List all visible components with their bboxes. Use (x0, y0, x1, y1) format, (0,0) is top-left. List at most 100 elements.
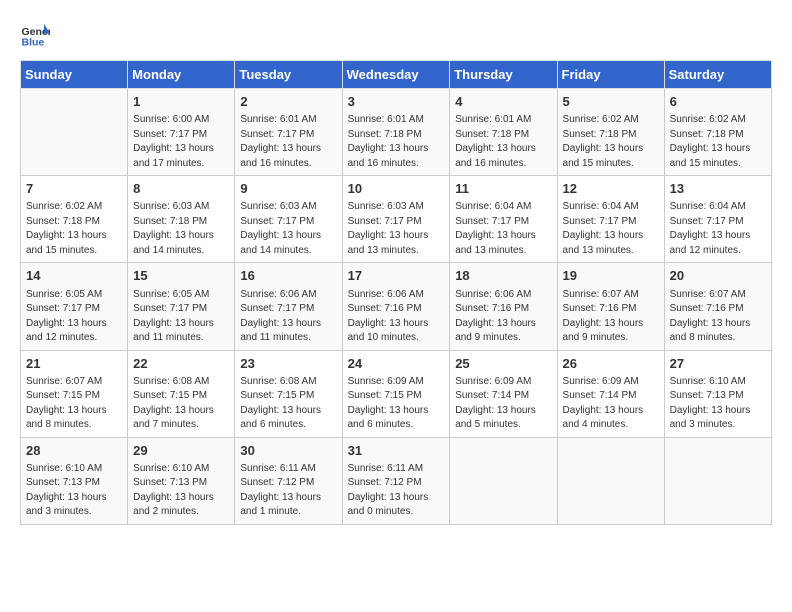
day-info: Sunrise: 6:09 AMSunset: 7:15 PMDaylight:… (348, 375, 445, 433)
day-number: 22 (133, 355, 229, 373)
calendar-cell: 18 Sunrise: 6:06 AMSunset: 7:16 PMDayligh… (450, 263, 557, 350)
day-info: Sunrise: 6:04 AMSunset: 7:17 PMDaylight:… (670, 200, 766, 258)
day-number: 26 (563, 355, 659, 373)
day-info: Sunrise: 6:06 AMSunset: 7:16 PMDaylight:… (455, 288, 551, 346)
day-number: 31 (348, 442, 445, 460)
day-info: Sunrise: 6:10 AMSunset: 7:13 PMDaylight:… (133, 462, 229, 520)
calendar-cell: 6Sunrise: 6:02 AMSunset: 7:18 PMDaylight… (664, 89, 771, 176)
calendar-week-1: 1Sunrise: 6:00 AMSunset: 7:17 PMDaylight… (21, 89, 772, 176)
calendar-week-2: 7 Sunrise: 6:02 AMSunset: 7:18 PMDaylight… (21, 176, 772, 263)
day-info: Sunrise: 6:10 AMSunset: 7:13 PMDaylight:… (670, 375, 766, 433)
day-info: Sunrise: 6:02 AMSunset: 7:18 PMDaylight:… (670, 113, 766, 171)
day-number: 16 (240, 267, 336, 285)
day-info: Sunrise: 6:06 AMSunset: 7:16 PMDaylight:… (348, 288, 445, 346)
day-info: Sunrise: 6:02 AMSunset: 7:18 PMDaylight:… (563, 113, 659, 171)
day-number: 21 (26, 355, 122, 373)
calendar-cell: 10Sunrise: 6:03 AMSunset: 7:17 PMDayligh… (342, 176, 450, 263)
day-info: Sunrise: 6:03 AMSunset: 7:18 PMDaylight:… (133, 200, 229, 258)
day-number: 5 (563, 93, 659, 111)
day-number: 28 (26, 442, 122, 460)
day-info: Sunrise: 6:05 AMSunset: 7:17 PMDaylight:… (26, 288, 122, 346)
day-info: Sunrise: 6:03 AMSunset: 7:17 PMDaylight:… (240, 200, 336, 258)
calendar-cell: 15Sunrise: 6:05 AMSunset: 7:17 PMDayligh… (128, 263, 235, 350)
day-number: 14 (26, 267, 122, 285)
day-info: Sunrise: 6:08 AMSunset: 7:15 PMDaylight:… (240, 375, 336, 433)
day-number: 29 (133, 442, 229, 460)
calendar-cell: 17 Sunrise: 6:06 AMSunset: 7:16 PMDayligh… (342, 263, 450, 350)
day-info: Sunrise: 6:05 AMSunset: 7:17 PMDaylight:… (133, 288, 229, 346)
day-number: 12 (563, 180, 659, 198)
calendar-cell (21, 89, 128, 176)
day-info: Sunrise: 6:10 AMSunset: 7:13 PMDaylight:… (26, 462, 122, 520)
calendar-cell (450, 437, 557, 524)
calendar-cell: 3 Sunrise: 6:01 AMSunset: 7:18 PMDaylight… (342, 89, 450, 176)
calendar-cell: 25 Sunrise: 6:09 AMSunset: 7:14 PMDayligh… (450, 350, 557, 437)
day-number: 4 (455, 93, 551, 111)
day-info: Sunrise: 6:01 AMSunset: 7:17 PMDaylight:… (240, 113, 336, 171)
day-number: 30 (240, 442, 336, 460)
day-number: 24 (348, 355, 445, 373)
day-number: 20 (670, 267, 766, 285)
day-number: 7 (26, 180, 122, 198)
calendar-table: SundayMondayTuesdayWednesdayThursdayFrid… (20, 60, 772, 525)
calendar-week-3: 14 Sunrise: 6:05 AMSunset: 7:17 PMDayligh… (21, 263, 772, 350)
calendar-cell: 9 Sunrise: 6:03 AMSunset: 7:17 PMDaylight… (235, 176, 342, 263)
calendar-cell: 22 Sunrise: 6:08 AMSunset: 7:15 PMDayligh… (128, 350, 235, 437)
day-number: 13 (670, 180, 766, 198)
column-header-sunday: Sunday (21, 61, 128, 89)
calendar-cell: 20 Sunrise: 6:07 AMSunset: 7:16 PMDayligh… (664, 263, 771, 350)
day-info: Sunrise: 6:08 AMSunset: 7:15 PMDaylight:… (133, 375, 229, 433)
day-number: 23 (240, 355, 336, 373)
calendar-week-4: 21 Sunrise: 6:07 AMSunset: 7:15 PMDayligh… (21, 350, 772, 437)
calendar-week-5: 28 Sunrise: 6:10 AMSunset: 7:13 PMDayligh… (21, 437, 772, 524)
day-number: 25 (455, 355, 551, 373)
calendar-cell: 12 Sunrise: 6:04 AMSunset: 7:17 PMDayligh… (557, 176, 664, 263)
calendar-cell: 8 Sunrise: 6:03 AMSunset: 7:18 PMDaylight… (128, 176, 235, 263)
calendar-cell (557, 437, 664, 524)
logo: General Blue (20, 20, 54, 50)
day-info: Sunrise: 6:00 AMSunset: 7:17 PMDaylight:… (133, 113, 229, 171)
column-header-monday: Monday (128, 61, 235, 89)
day-info: Sunrise: 6:11 AMSunset: 7:12 PMDaylight:… (348, 462, 445, 520)
day-number: 3 (348, 93, 445, 111)
day-number: 11 (455, 180, 551, 198)
day-info: Sunrise: 6:09 AMSunset: 7:14 PMDaylight:… (455, 375, 551, 433)
calendar-cell: 19 Sunrise: 6:07 AMSunset: 7:16 PMDayligh… (557, 263, 664, 350)
column-header-saturday: Saturday (664, 61, 771, 89)
calendar-cell: 23 Sunrise: 6:08 AMSunset: 7:15 PMDayligh… (235, 350, 342, 437)
day-info: Sunrise: 6:04 AMSunset: 7:17 PMDaylight:… (455, 200, 551, 258)
day-info: Sunrise: 6:01 AMSunset: 7:18 PMDaylight:… (348, 113, 445, 171)
column-header-wednesday: Wednesday (342, 61, 450, 89)
day-info: Sunrise: 6:07 AMSunset: 7:16 PMDaylight:… (670, 288, 766, 346)
calendar-cell: 7 Sunrise: 6:02 AMSunset: 7:18 PMDaylight… (21, 176, 128, 263)
day-info: Sunrise: 6:01 AMSunset: 7:18 PMDaylight:… (455, 113, 551, 171)
column-header-tuesday: Tuesday (235, 61, 342, 89)
calendar-cell: 27Sunrise: 6:10 AMSunset: 7:13 PMDayligh… (664, 350, 771, 437)
column-header-thursday: Thursday (450, 61, 557, 89)
calendar-cell: 24 Sunrise: 6:09 AMSunset: 7:15 PMDayligh… (342, 350, 450, 437)
day-info: Sunrise: 6:03 AMSunset: 7:17 PMDaylight:… (348, 200, 445, 258)
logo-icon: General Blue (20, 20, 50, 50)
calendar-cell: 4 Sunrise: 6:01 AMSunset: 7:18 PMDaylight… (450, 89, 557, 176)
day-info: Sunrise: 6:06 AMSunset: 7:17 PMDaylight:… (240, 288, 336, 346)
header: General Blue (20, 20, 772, 50)
calendar-cell (664, 437, 771, 524)
day-number: 17 (348, 267, 445, 285)
calendar-cell: 31 Sunrise: 6:11 AMSunset: 7:12 PMDayligh… (342, 437, 450, 524)
day-info: Sunrise: 6:07 AMSunset: 7:16 PMDaylight:… (563, 288, 659, 346)
day-number: 9 (240, 180, 336, 198)
calendar-cell: 5 Sunrise: 6:02 AMSunset: 7:18 PMDaylight… (557, 89, 664, 176)
day-number: 18 (455, 267, 551, 285)
calendar-cell: 21 Sunrise: 6:07 AMSunset: 7:15 PMDayligh… (21, 350, 128, 437)
day-info: Sunrise: 6:07 AMSunset: 7:15 PMDaylight:… (26, 375, 122, 433)
calendar-cell: 1Sunrise: 6:00 AMSunset: 7:17 PMDaylight… (128, 89, 235, 176)
calendar-cell: 13 Sunrise: 6:04 AMSunset: 7:17 PMDayligh… (664, 176, 771, 263)
calendar-cell: 11 Sunrise: 6:04 AMSunset: 7:17 PMDayligh… (450, 176, 557, 263)
day-number: 2 (240, 93, 336, 111)
calendar-cell: 14 Sunrise: 6:05 AMSunset: 7:17 PMDayligh… (21, 263, 128, 350)
svg-text:Blue: Blue (22, 37, 45, 49)
day-number: 8 (133, 180, 229, 198)
day-number: 19 (563, 267, 659, 285)
day-info: Sunrise: 6:02 AMSunset: 7:18 PMDaylight:… (26, 200, 122, 258)
day-info: Sunrise: 6:04 AMSunset: 7:17 PMDaylight:… (563, 200, 659, 258)
